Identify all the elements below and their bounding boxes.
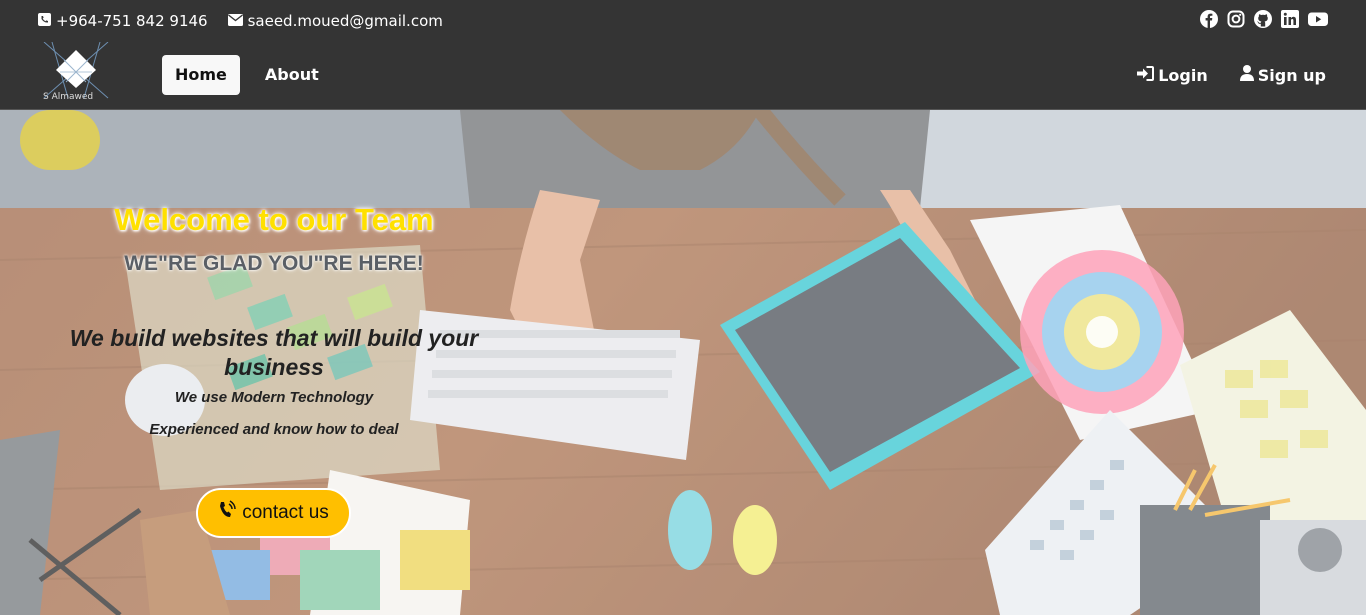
email-item[interactable]: saeed.moued@gmail.com bbox=[227, 12, 443, 30]
login-link[interactable]: Login bbox=[1137, 65, 1208, 85]
sign-in-icon bbox=[1137, 65, 1155, 85]
login-label: Login bbox=[1158, 65, 1208, 85]
signup-label: Sign up bbox=[1257, 65, 1326, 85]
hero-tagline: We build websites that will build your b… bbox=[69, 325, 479, 380]
hero-tech-line: We use Modern Technology bbox=[174, 389, 374, 406]
facebook-icon[interactable] bbox=[1200, 10, 1218, 28]
hero-text: Welcome to our Team WE"RE GLAD YOU"RE HE… bbox=[60, 202, 488, 446]
hero-welcome-heading: Welcome to our Team bbox=[114, 202, 434, 237]
nav-links: Home About bbox=[162, 55, 332, 95]
linkedin-icon[interactable] bbox=[1281, 10, 1299, 28]
phone-square-icon bbox=[38, 12, 51, 30]
auth-links: Login Sign up bbox=[1137, 65, 1326, 85]
hero-glad-subheading: WE"RE GLAD YOU"RE HERE! bbox=[124, 252, 424, 275]
contact-info: +964-751 842 9146 saeed.moued@gmail.com bbox=[38, 12, 443, 30]
phone-volume-icon bbox=[218, 500, 236, 526]
nav-home[interactable]: Home bbox=[162, 55, 240, 95]
youtube-icon[interactable] bbox=[1308, 10, 1328, 28]
hero-section: Welcome to our Team WE"RE GLAD YOU"RE HE… bbox=[0, 110, 1366, 615]
user-icon bbox=[1239, 65, 1254, 85]
top-bar: +964-751 842 9146 saeed.moued@gmail.com bbox=[0, 0, 1366, 42]
signup-link[interactable]: Sign up bbox=[1239, 65, 1326, 85]
logo-text: S Almawed bbox=[43, 92, 94, 102]
main-navbar: S Almawed Home About Login Sign up bbox=[0, 41, 1366, 110]
email-address: saeed.moued@gmail.com bbox=[247, 12, 443, 30]
instagram-icon[interactable] bbox=[1227, 10, 1245, 28]
nav-about[interactable]: About bbox=[252, 55, 332, 95]
contact-us-label: contact us bbox=[242, 502, 329, 523]
envelope-icon bbox=[227, 12, 243, 30]
contact-us-button[interactable]: contact us bbox=[196, 488, 351, 538]
brand-logo[interactable]: S Almawed bbox=[40, 41, 112, 106]
phone-item[interactable]: +964-751 842 9146 bbox=[38, 12, 208, 30]
phone-number: +964-751 842 9146 bbox=[56, 12, 208, 30]
github-icon[interactable] bbox=[1254, 10, 1272, 28]
hero-experience-line: Experienced and know how to deal bbox=[149, 421, 399, 438]
social-links bbox=[1200, 10, 1328, 28]
